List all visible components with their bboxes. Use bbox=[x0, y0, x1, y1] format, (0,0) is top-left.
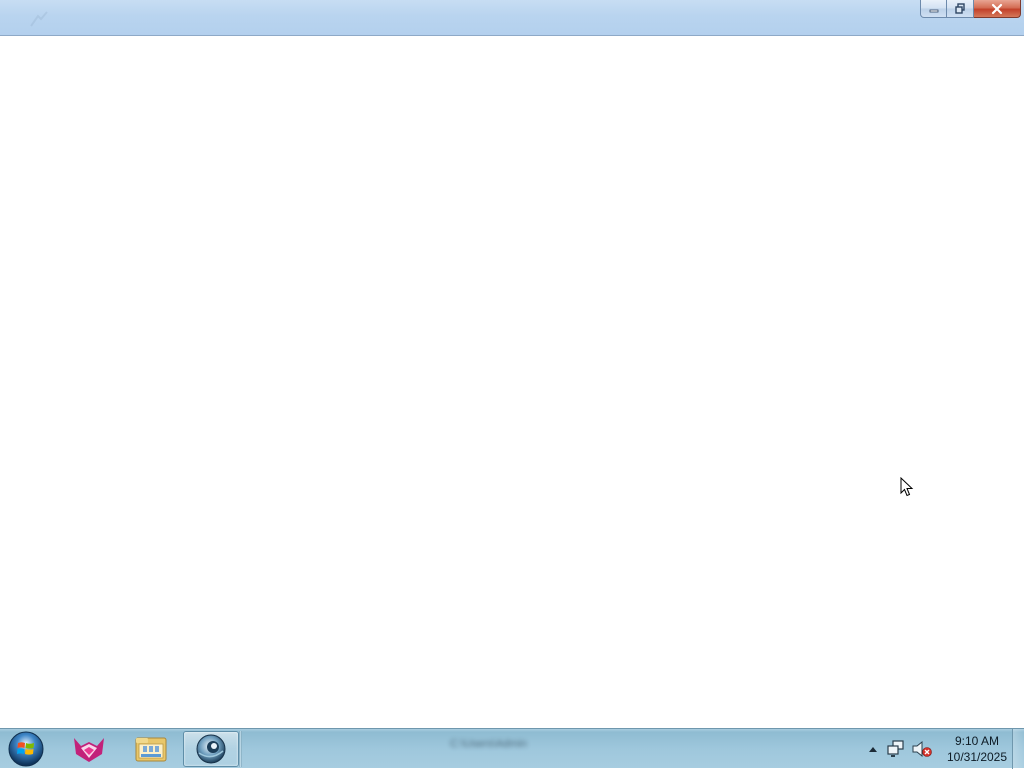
start-button[interactable] bbox=[4, 730, 48, 768]
minimize-icon bbox=[929, 9, 938, 12]
volume-tray-button[interactable] bbox=[912, 739, 932, 759]
close-icon bbox=[991, 3, 1003, 14]
show-hidden-icons-button[interactable] bbox=[866, 742, 880, 756]
network-icon bbox=[887, 740, 904, 757]
network-tray-button[interactable] bbox=[886, 739, 906, 759]
chevron-up-icon bbox=[869, 747, 877, 752]
taskbar-browser-active[interactable] bbox=[183, 731, 239, 767]
clock-date: 10/31/2025 bbox=[946, 750, 1008, 764]
taskbar-file-explorer[interactable] bbox=[123, 731, 179, 767]
taskbar-window-title[interactable]: C:\Users\Admin bbox=[450, 738, 578, 754]
application-window bbox=[0, 0, 1024, 728]
restore-button[interactable] bbox=[947, 0, 974, 18]
volume-muted-icon bbox=[912, 740, 932, 758]
file-explorer-icon bbox=[135, 737, 167, 762]
taskbar: C:\Users\Admin 9:10 AM 10/31/2025 bbox=[0, 728, 1024, 769]
restore-icon bbox=[955, 2, 965, 14]
close-button[interactable] bbox=[974, 0, 1021, 18]
taskbar-divider bbox=[239, 731, 242, 767]
app-icon bbox=[30, 11, 48, 27]
windows-orb-icon bbox=[8, 731, 44, 767]
taskbar-pinned-app[interactable] bbox=[61, 731, 117, 767]
taskbar-clock[interactable]: 9:10 AM 10/31/2025 bbox=[942, 733, 1012, 765]
browser-globe-icon bbox=[196, 734, 226, 764]
clock-time: 9:10 AM bbox=[954, 734, 1000, 748]
window-content-area[interactable] bbox=[0, 36, 1024, 728]
show-desktop-button[interactable] bbox=[1012, 729, 1024, 769]
system-tray: 9:10 AM 10/31/2025 bbox=[866, 729, 1012, 769]
app-fox-icon bbox=[74, 738, 104, 762]
mouse-cursor-icon bbox=[900, 477, 914, 497]
minimize-button[interactable] bbox=[920, 0, 947, 18]
window-titlebar[interactable] bbox=[0, 0, 1024, 36]
caption-buttons bbox=[920, 0, 1021, 19]
